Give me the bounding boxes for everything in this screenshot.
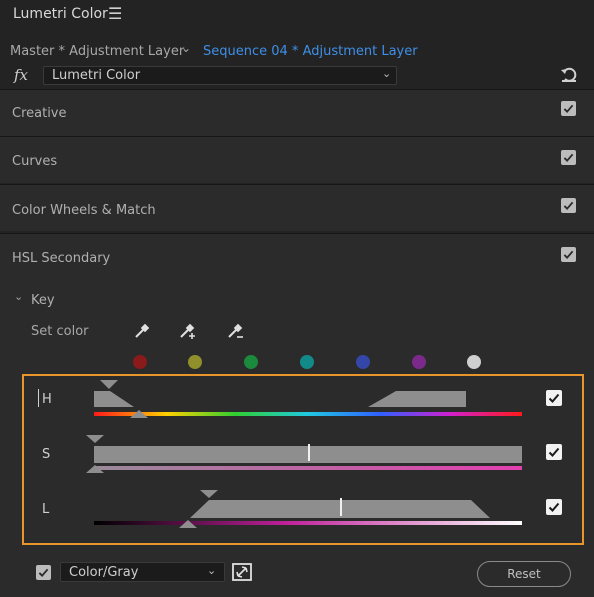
text-cursor (38, 389, 39, 407)
section-color-wheels-label: Color Wheels & Match (12, 203, 156, 218)
chevron-down-icon: ⌄ (207, 564, 217, 577)
color-swatch-red[interactable] (133, 355, 147, 369)
reset-button[interactable]: Reset (477, 561, 571, 587)
eyedropper-subtract-icon[interactable] (226, 322, 244, 340)
section-color-wheels-checkbox[interactable] (561, 198, 576, 213)
invert-mask-icon[interactable] (232, 563, 252, 581)
hsl-sliders (86, 380, 522, 528)
hue-label: H (42, 392, 52, 407)
section-hsl-secondary-label: HSL Secondary (12, 251, 111, 266)
saturation-enable-checkbox[interactable] (546, 444, 562, 460)
chevron-down-icon: ⌄ (382, 67, 392, 80)
chevron-down-icon[interactable]: ⌄ (181, 41, 191, 55)
mask-view-select-value: Color/Gray (69, 565, 139, 580)
hamburger-menu-icon[interactable]: ☰ (108, 4, 122, 23)
reset-effect-icon[interactable] (559, 64, 579, 84)
show-mask-checkbox[interactable] (36, 565, 51, 580)
eyedropper-add-icon[interactable] (178, 322, 196, 340)
color-swatch-blue[interactable] (356, 355, 370, 369)
section-creative[interactable] (0, 89, 594, 136)
section-creative-checkbox[interactable] (561, 101, 576, 116)
color-swatch-yellow[interactable] (188, 355, 202, 369)
section-curves[interactable] (0, 136, 594, 183)
tab-sequence-clip[interactable]: Sequence 04 * Adjustment Layer (203, 44, 418, 59)
hue-enable-checkbox[interactable] (546, 390, 562, 406)
tab-master-clip[interactable]: Master * Adjustment Layer (10, 44, 184, 59)
color-swatch-white[interactable] (467, 355, 481, 369)
color-swatch-cyan[interactable] (300, 355, 314, 369)
fx-icon[interactable]: fx (14, 66, 28, 84)
eyedropper-icon[interactable] (133, 322, 151, 340)
saturation-label: S (42, 447, 51, 462)
section-hsl-secondary-checkbox[interactable] (561, 247, 576, 262)
lightness-enable-checkbox[interactable] (546, 499, 562, 515)
saturation-slider[interactable] (86, 435, 522, 473)
panel-title: Lumetri Color (13, 6, 108, 22)
section-curves-checkbox[interactable] (561, 150, 576, 165)
hue-slider[interactable] (94, 380, 522, 418)
chevron-down-icon[interactable]: ⌄ (14, 290, 23, 303)
key-heading[interactable]: Key (31, 293, 55, 308)
set-color-label: Set color (31, 324, 89, 339)
lightness-label: L (42, 502, 50, 517)
effect-select-value: Lumetri Color (52, 68, 141, 83)
section-creative-label: Creative (12, 106, 67, 121)
lightness-slider[interactable] (94, 490, 522, 528)
color-swatch-green[interactable] (244, 355, 258, 369)
color-swatch-magenta[interactable] (412, 355, 426, 369)
section-curves-label: Curves (12, 154, 58, 169)
